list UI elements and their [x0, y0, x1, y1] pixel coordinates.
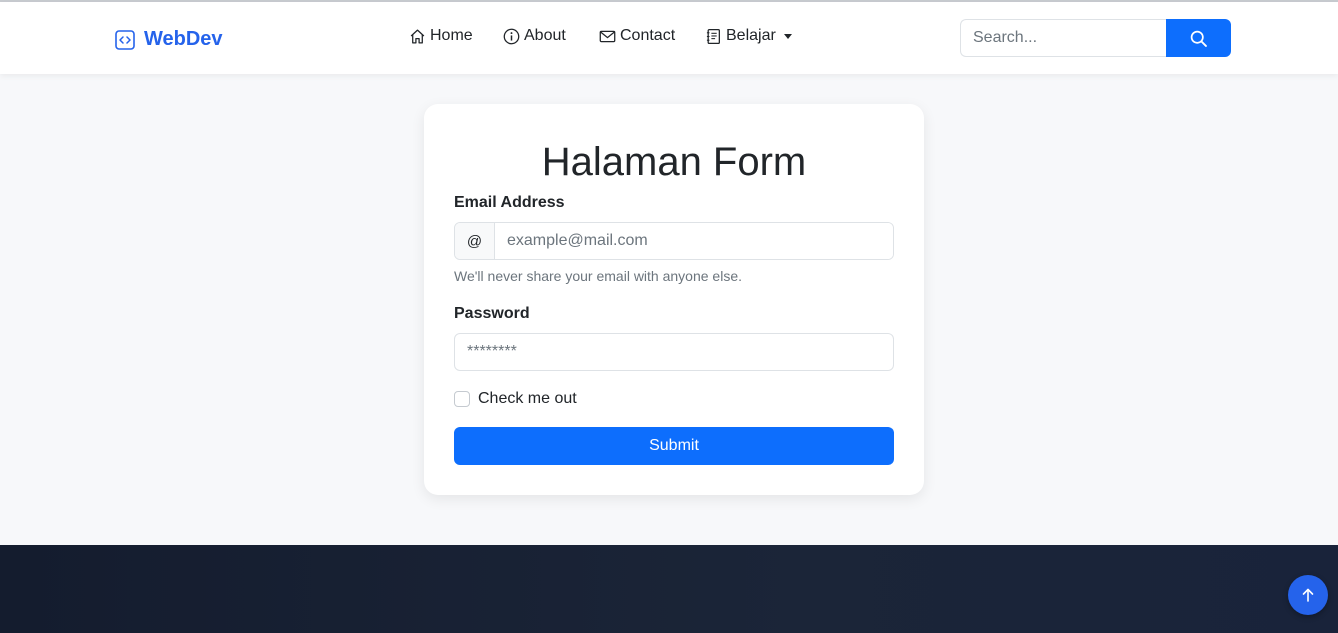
nav-link-about[interactable]: About [503, 27, 566, 45]
password-field[interactable] [454, 333, 894, 371]
search-form [960, 19, 1231, 57]
email-help-text: We'll never share your email with anyone… [454, 268, 742, 284]
envelope-icon [599, 30, 616, 42]
search-input[interactable] [960, 19, 1166, 57]
submit-button[interactable]: Submit [454, 427, 894, 465]
page-title: Halaman Form [541, 140, 807, 184]
back-to-top-button[interactable] [1288, 575, 1328, 615]
email-field[interactable] [495, 223, 893, 259]
password-label: Password [454, 305, 530, 322]
nav-link-label: Belajar [726, 27, 776, 44]
form-card: Halaman Form Email Address @ We'll never… [424, 104, 924, 495]
email-addon: @ [455, 223, 495, 259]
email-label: Email Address [454, 194, 565, 211]
search-icon [1190, 30, 1207, 47]
house-icon [410, 28, 425, 44]
email-input-group: @ [454, 222, 894, 260]
footer [0, 545, 1338, 633]
check-me-out-checkbox[interactable] [454, 391, 470, 407]
check-me-out-label[interactable]: Check me out [478, 390, 577, 408]
search-button[interactable] [1166, 19, 1231, 57]
nav-link-label: Home [430, 27, 473, 44]
info-circle-icon [503, 28, 520, 44]
navbar: WebDev Home About Contact Belajar Search… [0, 2, 1338, 74]
nav-link-label: Contact [620, 27, 676, 44]
journal-text-icon [706, 28, 720, 44]
chevron-down-icon [783, 33, 792, 39]
nav-link-home[interactable]: Home [409, 27, 473, 45]
check-me-out-row[interactable]: Check me out [454, 390, 577, 408]
nav-link-label: About [524, 27, 566, 44]
nav-link-contact[interactable]: Contact [599, 27, 675, 45]
nav-dropdown-belajar[interactable]: Belajar [705, 27, 792, 45]
arrow-up-icon [1302, 588, 1314, 602]
